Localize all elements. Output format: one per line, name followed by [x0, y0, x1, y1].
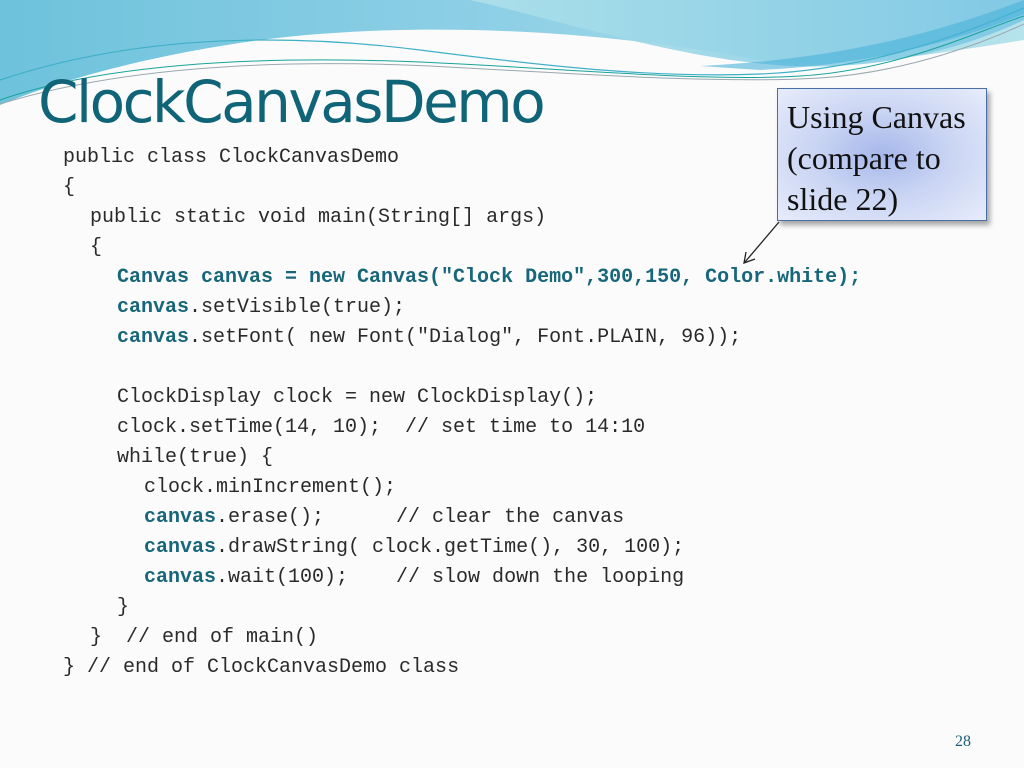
code-text: } // end of ClockCanvasDemo class: [63, 656, 460, 679]
code-line: canvas.setVisible(true);: [63, 293, 861, 323]
callout-line: Using Canvas: [787, 99, 966, 135]
code-text: while(true) {: [117, 446, 274, 469]
slide-title: ClockCanvasDemo: [38, 68, 546, 136]
code-line: while(true) {: [63, 443, 861, 473]
code-line: }: [63, 593, 861, 623]
callout-line: slide 22): [787, 181, 899, 217]
code-line: } // end of main(): [63, 623, 861, 653]
code-keyword: canvas: [117, 296, 190, 319]
code-text: ClockDisplay clock = new ClockDisplay();: [117, 386, 598, 409]
callout-box: Using Canvas (compare to slide 22): [777, 88, 987, 221]
code-line: public static void main(String[] args): [63, 203, 861, 233]
code-line: } // end of ClockCanvasDemo class: [63, 653, 861, 683]
code-line: Canvas canvas = new Canvas("Clock Demo",…: [63, 263, 861, 293]
code-text: clock.minIncrement();: [144, 476, 397, 499]
code-text: {: [63, 176, 76, 199]
code-line: {: [63, 173, 861, 203]
code-text: .drawString( clock.getTime(), 30, 100);: [216, 536, 685, 559]
code-text: }: [117, 596, 130, 619]
code-text: public class ClockCanvasDemo: [63, 146, 400, 169]
code-line: public class ClockCanvasDemo: [63, 143, 861, 173]
code-line: ClockDisplay clock = new ClockDisplay();: [63, 383, 861, 413]
code-text: public static void main(String[] args): [90, 206, 547, 229]
code-text: .setFont( new Font("Dialog", Font.PLAIN,…: [189, 326, 742, 349]
code-text: .setVisible(true);: [189, 296, 406, 319]
code-text: } // end of main(): [90, 626, 319, 649]
page-number: 28: [955, 733, 971, 750]
callout-line: (compare to: [787, 140, 941, 176]
code-keyword: canvas: [144, 566, 217, 589]
code-line: canvas.wait(100); // slow down the loopi…: [63, 563, 861, 593]
code-keyword: Canvas canvas = new Canvas("Clock Demo",…: [117, 266, 862, 289]
code-text: .erase(); // clear the canvas: [216, 506, 625, 529]
code-line: canvas.drawString( clock.getTime(), 30, …: [63, 533, 861, 563]
code-keyword: canvas: [144, 506, 217, 529]
code-text: .wait(100); // slow down the looping: [216, 566, 685, 589]
code-keyword: canvas: [144, 536, 217, 559]
code-text: {: [90, 236, 103, 259]
code-line: canvas.setFont( new Font("Dialog", Font.…: [63, 323, 861, 353]
code-line: {: [63, 233, 861, 263]
code-block: public class ClockCanvasDemo { public stat…: [63, 143, 861, 683]
code-line: clock.minIncrement();: [63, 473, 861, 503]
code-line: canvas.erase(); // clear the canvas: [63, 503, 861, 533]
code-text: clock.setTime(14, 10); // set time to 14…: [117, 416, 646, 439]
code-line: clock.setTime(14, 10); // set time to 14…: [63, 413, 861, 443]
code-keyword: canvas: [117, 326, 190, 349]
